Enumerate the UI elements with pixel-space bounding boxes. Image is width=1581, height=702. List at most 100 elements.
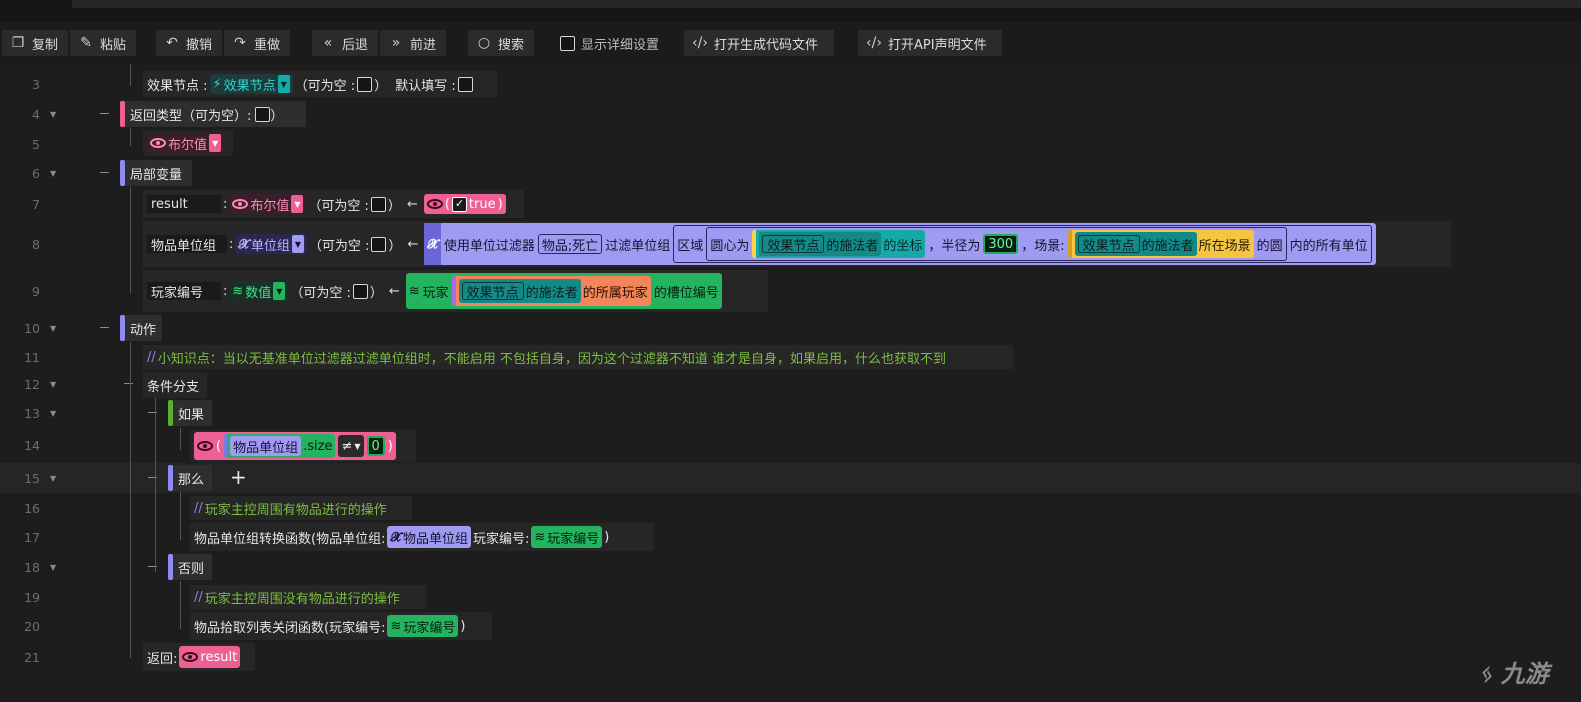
- watermark-logo: ᛃ 九游: [1478, 660, 1549, 688]
- add-statement-icon[interactable]: +: [230, 465, 247, 489]
- true-checkbox[interactable]: ✓: [451, 196, 467, 212]
- line-number: 7: [32, 197, 40, 212]
- comment-line[interactable]: // 玩家主控周围没有物品进行的操作: [190, 585, 426, 609]
- comment-slashes: //: [194, 589, 203, 605]
- comment-line[interactable]: // 玩家主控周围有物品进行的操作: [190, 496, 412, 520]
- caster-expression[interactable]: 效果节点 的施法者: [458, 279, 581, 303]
- number-type-icon: ≋: [232, 283, 244, 299]
- return-value[interactable]: result: [179, 646, 241, 668]
- chevron-down-icon[interactable]: ▼: [291, 235, 304, 253]
- undo-button[interactable]: ↶ 撤销: [156, 30, 222, 56]
- tree-guide: [130, 64, 131, 86]
- return-type-value[interactable]: 布尔值 ▼: [143, 130, 233, 156]
- tree-guide: [180, 581, 181, 629]
- return-statement[interactable]: 返回: result: [143, 643, 255, 671]
- radius-input[interactable]: 300: [983, 234, 1019, 254]
- eye-icon: [426, 199, 443, 209]
- fold-toggle-icon[interactable]: ▼: [50, 563, 60, 572]
- bool-type[interactable]: 布尔值 ▼: [147, 133, 225, 153]
- chevron-down-icon[interactable]: ▼: [277, 75, 290, 93]
- unit-filter-expression[interactable]: 𝓧 使用单位过滤器 物品;死亡 过滤单位组 区域 圆心为 效果节点 的施法者 的…: [424, 223, 1376, 265]
- fold-toggle-icon[interactable]: ▼: [50, 409, 60, 418]
- filter-arg[interactable]: 物品;死亡: [537, 234, 603, 254]
- fold-toggle-icon[interactable]: ▼: [50, 110, 60, 119]
- actions-section[interactable]: 动作: [120, 315, 162, 341]
- call-pickup-list-close[interactable]: 物品拾取列表关闭函数(玩家编号: ≋ 玩家编号 ): [190, 612, 492, 640]
- fold-toggle-icon[interactable]: ▼: [50, 474, 60, 483]
- player-slot-expression[interactable]: ≋ 玩家 效果节点 的施法者 的所属玩家 的槽位编号: [405, 273, 722, 309]
- local-var-item-group[interactable]: 物品单位组 : 𝓧 单位组 ▼ （可为空 : ） ← 𝓧 使用单位过滤器 物品;…: [143, 221, 1451, 267]
- condition-expression[interactable]: ( 物品单位组 .size ≠ ▼ 0 ): [194, 432, 396, 460]
- bool-type[interactable]: 布尔值 ▼: [229, 194, 307, 214]
- paste-button[interactable]: ✎ 粘贴: [70, 30, 136, 56]
- nullable-checkbox[interactable]: [352, 283, 368, 299]
- operator-select[interactable]: ≠ ▼: [338, 435, 364, 457]
- comment-line[interactable]: // 小知识点：当以无基准单位过滤器过滤单位组时，不能启用 不包括自身，因为这个…: [143, 345, 1013, 369]
- back-button[interactable]: «后退: [312, 30, 378, 56]
- variable-ref[interactable]: 物品单位组: [230, 436, 302, 456]
- tree-guide: [180, 428, 181, 450]
- function-call-label: 物品单位组转换函数(物品单位组:: [194, 531, 386, 547]
- nullable-checkbox[interactable]: [370, 196, 386, 212]
- fold-toggle-icon[interactable]: ▼: [50, 380, 60, 389]
- number-type-icon: ≋: [534, 529, 546, 545]
- if-label[interactable]: 如果: [168, 400, 212, 426]
- effect-node-ref[interactable]: 效果节点: [461, 282, 524, 301]
- tree-guide: [130, 342, 131, 658]
- arg-player-id[interactable]: ≋ 玩家编号: [531, 526, 603, 548]
- local-variables-section[interactable]: 局部变量: [120, 160, 192, 186]
- section-bar: [168, 400, 173, 426]
- section-bar: [168, 554, 173, 580]
- effect-node-type[interactable]: ⚡ 效果节点 ▼: [209, 74, 293, 94]
- if-branch-block[interactable]: 条件分支: [143, 372, 207, 398]
- open-generated-code-button[interactable]: ‹/› 打开生成代码文件: [684, 30, 834, 56]
- area-arg[interactable]: 区域 圆心为 效果节点 的施法者 的坐标 ，半径为 300 ，场景: 效果节点 …: [673, 225, 1372, 263]
- effect-node-param[interactable]: 效果节点 : ⚡ 效果节点 ▼ （可为空 : ） 默认填写 :: [143, 71, 497, 97]
- bool-literal[interactable]: ( ✓ true ): [423, 194, 506, 214]
- else-label[interactable]: 否则: [168, 554, 212, 580]
- variable-name-input[interactable]: result: [147, 195, 221, 213]
- chevron-down-icon[interactable]: ▼: [291, 195, 304, 213]
- assign-arrow: ←: [407, 236, 419, 252]
- nullable-checkbox[interactable]: [255, 106, 271, 122]
- unit-group-type[interactable]: 𝓧 单位组 ▼: [235, 234, 307, 254]
- number-type-icon: ≋: [390, 618, 402, 634]
- variable-name-input[interactable]: 玩家编号: [147, 282, 221, 301]
- value-input[interactable]: 0: [366, 436, 385, 456]
- forward-button[interactable]: » 前进: [380, 30, 446, 56]
- arg-player-id[interactable]: ≋ 玩家编号: [387, 615, 459, 637]
- call-item-group-convert[interactable]: 物品单位组转换函数(物品单位组: 𝓧 物品单位组 玩家编号: ≋ 玩家编号 ): [190, 523, 654, 551]
- caster-expression[interactable]: 效果节点 的施法者: [1074, 232, 1197, 256]
- local-var-result[interactable]: result : 布尔值 ▼ （可为空 : ） ← ( ✓ true ): [143, 190, 524, 218]
- fold-toggle-icon[interactable]: ▼: [50, 324, 60, 333]
- show-details-checkbox[interactable]: [560, 35, 575, 51]
- owner-player-expression[interactable]: 效果节点 的施法者 的所属玩家: [451, 276, 651, 306]
- if-condition[interactable]: ( 物品单位组 .size ≠ ▼ 0 ): [190, 430, 416, 462]
- circle-arg[interactable]: 圆心为 效果节点 的施法者 的坐标 ，半径为 300 ，场景: 效果节点 的施法…: [706, 227, 1287, 261]
- caster-expression[interactable]: 效果节点 的施法者: [759, 232, 882, 256]
- chevron-down-icon[interactable]: ▼: [209, 134, 222, 152]
- show-details-toggle[interactable]: 显示详细设置: [552, 30, 672, 56]
- effect-node-ref[interactable]: 效果节点: [762, 235, 825, 254]
- coordinate-expression[interactable]: 效果节点 的施法者 的坐标: [752, 230, 926, 258]
- search-button[interactable]: ○ 搜索: [468, 30, 534, 56]
- copy-button[interactable]: ❐ 复制: [2, 30, 68, 56]
- number-type[interactable]: ≋ 数值 ▼: [229, 281, 289, 301]
- arg-item-group[interactable]: 𝓧 物品单位组: [387, 526, 471, 548]
- then-label[interactable]: 那么: [168, 465, 212, 491]
- scene-expression[interactable]: 效果节点 的施法者 所在场景: [1067, 230, 1254, 258]
- size-expression[interactable]: 物品单位组 .size: [224, 434, 336, 458]
- local-var-player-id[interactable]: 玩家编号 : ≋ 数值 ▼ （可为空 : ） ← ≋ 玩家 效果节点 的施法者 …: [143, 270, 768, 312]
- nullable-checkbox[interactable]: [357, 76, 373, 92]
- return-type-section[interactable]: 返回类型（可为空）: ）: [120, 101, 306, 127]
- nullable-checkbox[interactable]: [371, 236, 387, 252]
- double-chevron-left-icon: «: [323, 35, 333, 51]
- variable-name-input[interactable]: 物品单位组: [147, 235, 227, 254]
- chevron-down-icon[interactable]: ▼: [273, 282, 286, 300]
- tree-guide: [155, 398, 156, 572]
- open-api-declaration-button[interactable]: ‹/› 打开API声明文件: [858, 30, 1002, 56]
- effect-node-ref[interactable]: 效果节点: [1077, 235, 1140, 254]
- redo-button[interactable]: ↷ 重做: [224, 30, 290, 56]
- fold-toggle-icon[interactable]: ▼: [50, 169, 60, 178]
- default-fill-checkbox[interactable]: [457, 76, 473, 92]
